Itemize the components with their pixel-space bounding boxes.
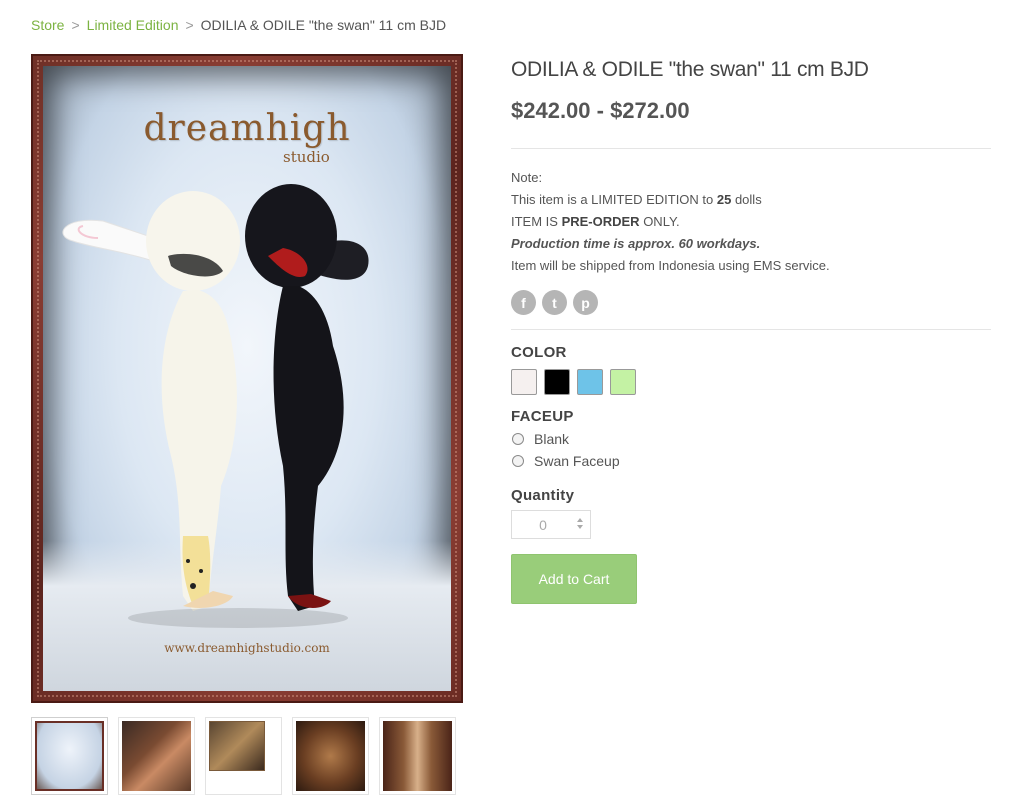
description-shipping: Item will be shipped from Indonesia usin… [511, 258, 830, 273]
description-preorder: ITEM IS PRE-ORDER ONLY. [511, 214, 680, 229]
social-share: f t p [511, 290, 991, 315]
divider [511, 329, 991, 330]
thumbnail-5[interactable] [379, 717, 456, 795]
thumbnail-image [209, 721, 278, 791]
picture-frame: dreamhigh studio www.dreamhighstudio.com [31, 54, 463, 703]
product-price: $242.00 - $272.00 [511, 98, 690, 123]
breadcrumb: Store > Limited Edition > ODILIA & ODILE… [31, 17, 446, 33]
color-swatch-green[interactable] [610, 369, 636, 395]
thumbnail-image [296, 721, 365, 791]
thumbnail-image [122, 721, 191, 791]
faceup-option-label: Blank [534, 431, 570, 447]
quantity-spinner[interactable] [574, 517, 586, 533]
breadcrumb-current: ODILIA & ODILE "the swan" 11 cm BJD [200, 17, 447, 33]
product-description: Note: This item is a LIMITED EDITION to … [511, 167, 991, 277]
decrement-arrow-icon[interactable] [577, 525, 583, 529]
color-swatches [511, 369, 991, 395]
facebook-icon[interactable]: f [511, 290, 536, 315]
product-title: ODILIA & ODILE "the swan" 11 cm BJD [511, 58, 869, 81]
add-to-cart-button[interactable]: Add to Cart [511, 554, 637, 604]
faceup-option-swan[interactable]: Swan Faceup [511, 453, 991, 469]
color-swatch-black[interactable] [544, 369, 570, 395]
thumbnail-strip [31, 717, 456, 795]
thumbnail-2[interactable] [118, 717, 195, 795]
pinterest-icon[interactable]: p [573, 290, 598, 315]
thumbnail-3[interactable] [205, 717, 282, 795]
thumbnail-image [383, 721, 452, 791]
quantity-input[interactable] [512, 511, 574, 538]
faceup-radio-swan[interactable] [512, 455, 524, 467]
breadcrumb-separator: > [185, 17, 194, 33]
breadcrumb-limited-edition-link[interactable]: Limited Edition [87, 17, 179, 33]
color-swatch-white[interactable] [511, 369, 537, 395]
quantity-label: Quantity [511, 487, 575, 504]
thumbnail-4[interactable] [292, 717, 369, 795]
twitter-icon[interactable]: t [542, 290, 567, 315]
faceup-option-label: Swan Faceup [534, 453, 620, 469]
brand-website: www.dreamhighstudio.com [164, 641, 330, 655]
faceup-option-blank[interactable]: Blank [511, 431, 991, 447]
description-note: Note: [511, 170, 543, 185]
description-limited-edition: This item is a LIMITED EDITION to 25 dol… [511, 192, 762, 207]
product-photo: dreamhigh studio www.dreamhighstudio.com [43, 66, 451, 691]
quantity-stepper[interactable] [511, 510, 591, 539]
thumbnail-1[interactable] [31, 717, 108, 795]
faceup-label: FACEUP [511, 408, 574, 425]
breadcrumb-store-link[interactable]: Store [31, 17, 64, 33]
color-swatch-blue[interactable] [577, 369, 603, 395]
increment-arrow-icon[interactable] [577, 518, 583, 522]
thumbnail-image [35, 721, 104, 791]
divider [511, 148, 991, 149]
product-info: ODILIA & ODILE "the swan" 11 cm BJD $242… [511, 58, 991, 604]
dolls-illustration [62, 184, 369, 628]
faceup-radio-blank[interactable] [512, 433, 524, 445]
description-production-time: Production time is approx. 60 workdays. [511, 236, 761, 251]
main-product-image[interactable]: dreamhigh studio www.dreamhighstudio.com [31, 54, 463, 703]
breadcrumb-separator: > [71, 17, 80, 33]
color-label: COLOR [511, 344, 567, 361]
